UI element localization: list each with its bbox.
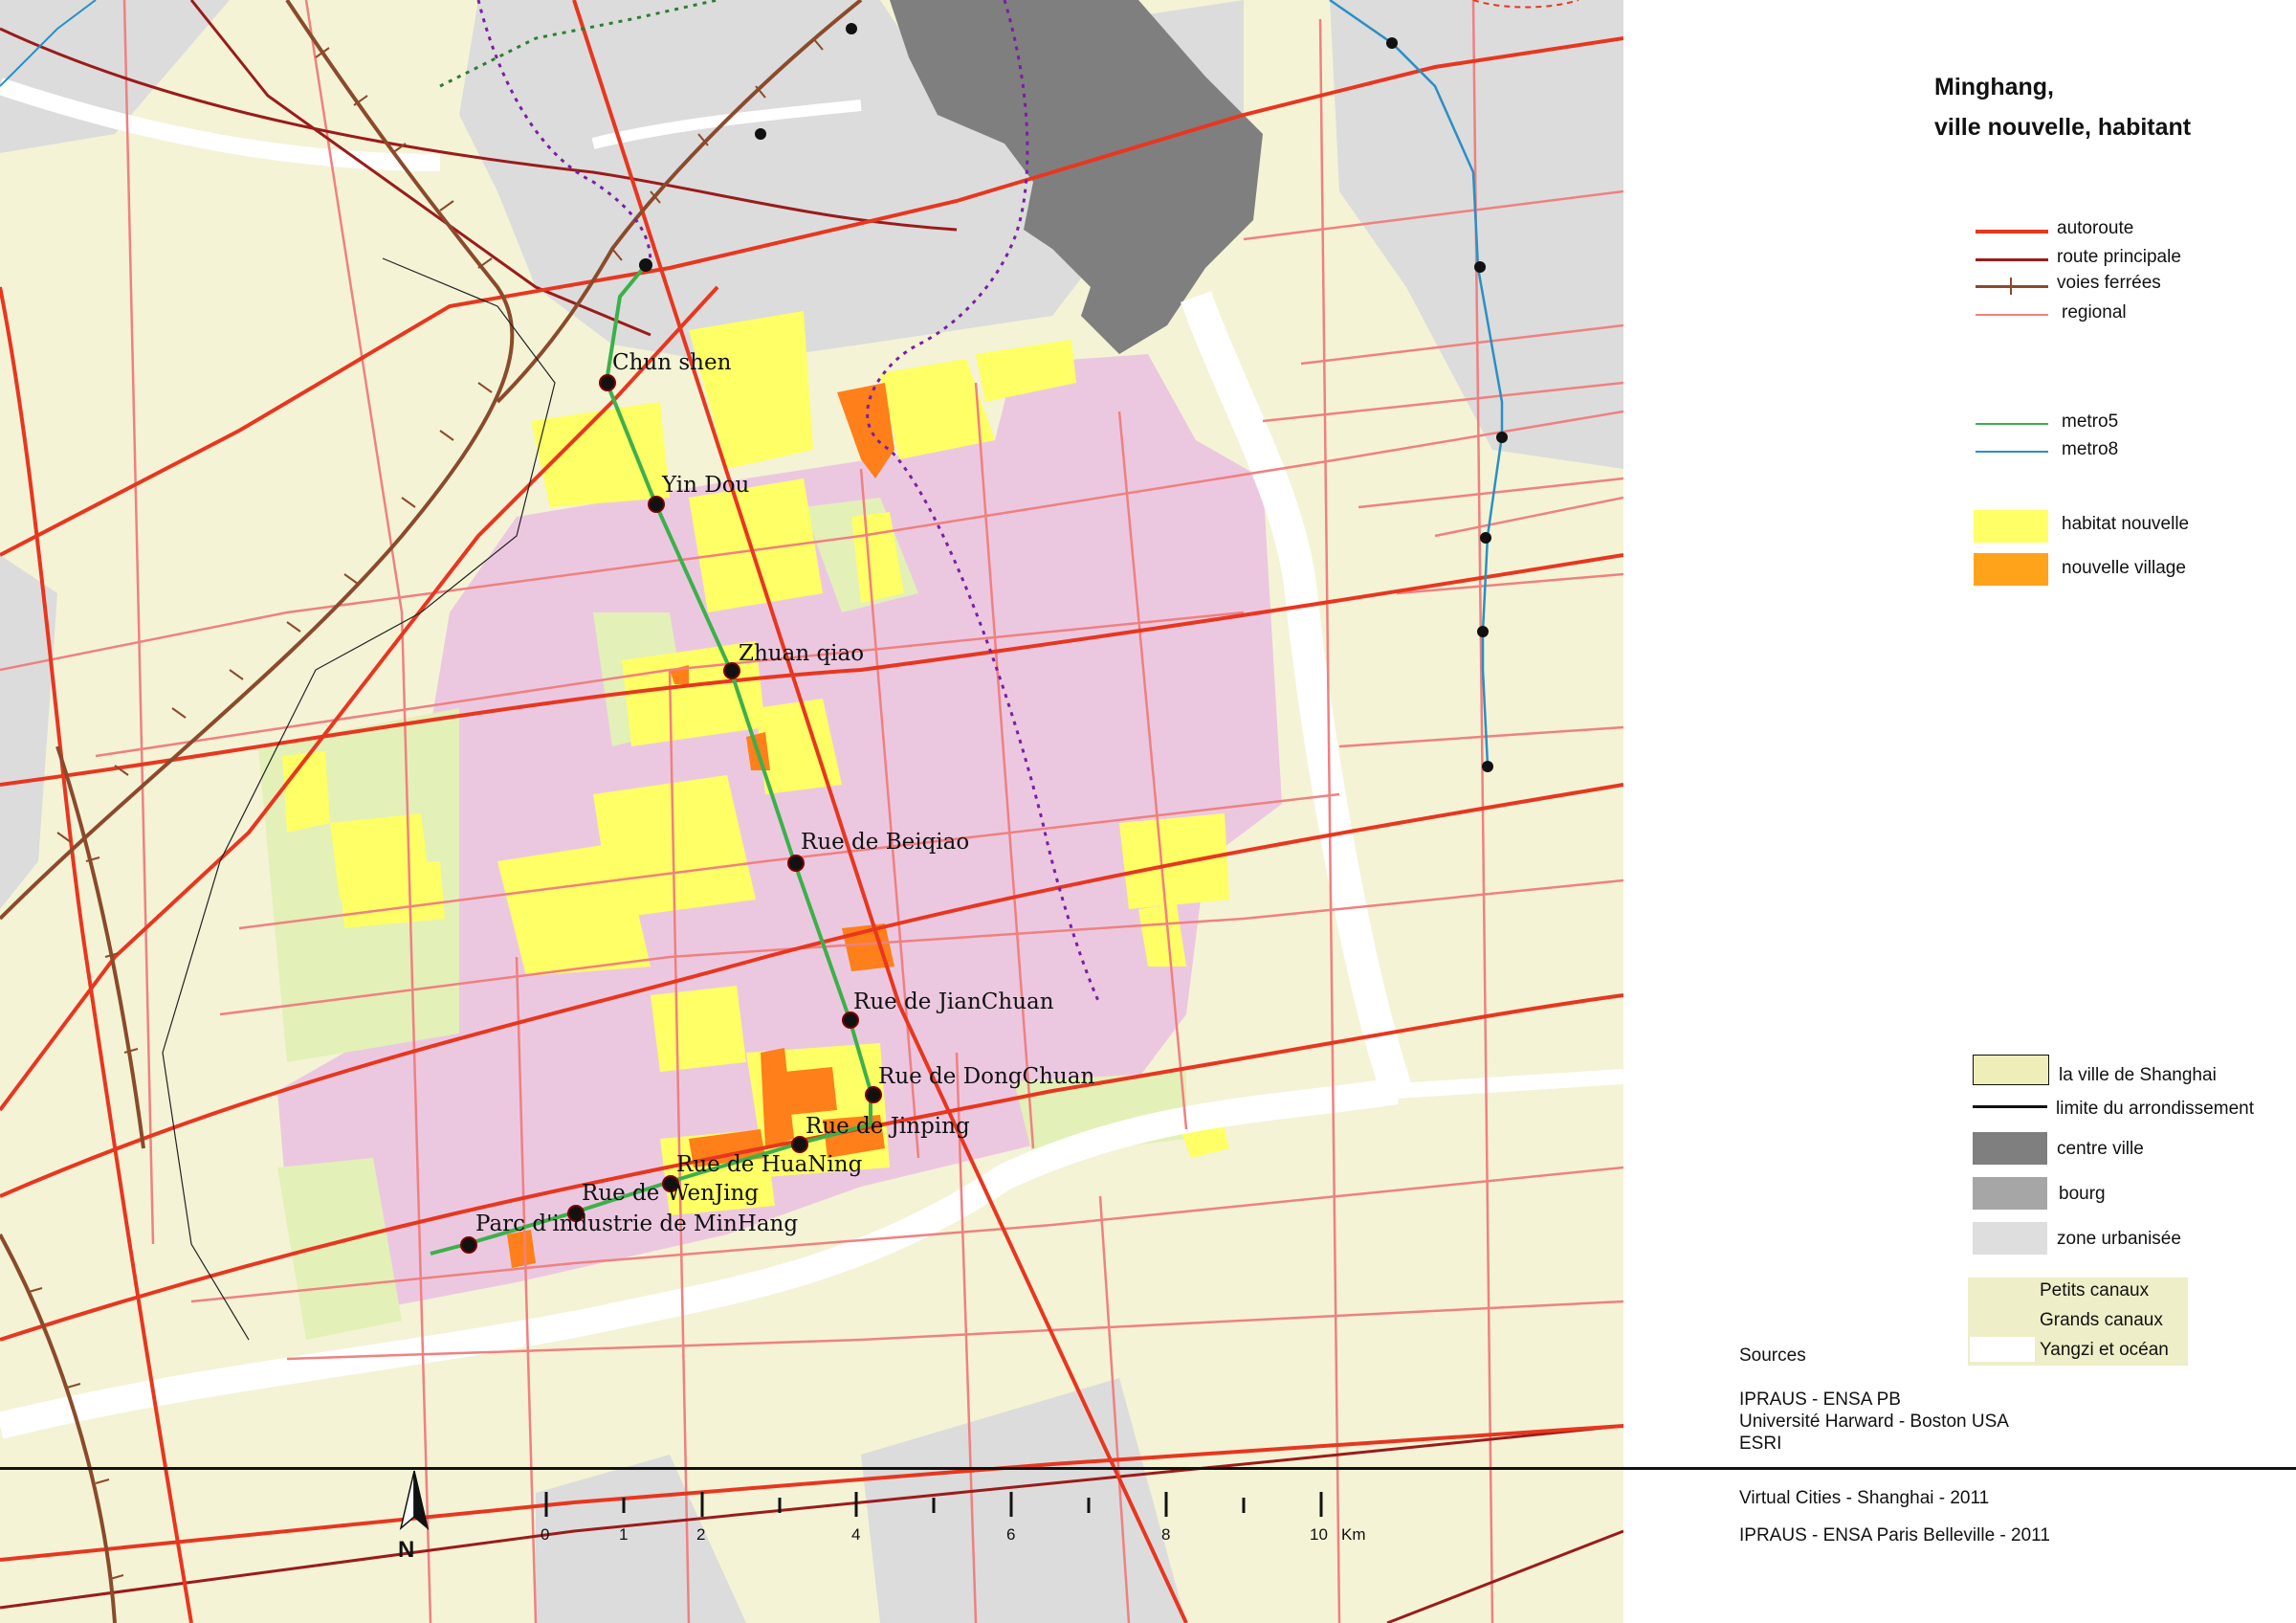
legend-swatch-autoroute <box>1976 230 2048 233</box>
legend-label-centre-ville: centre ville <box>2057 1139 2144 1159</box>
credit-ipraus: IPRAUS - ENSA Paris Belleville - 2011 <box>1739 1525 2050 1545</box>
station-label-parc-minhang: Parc d'industrie de MinHang <box>475 1212 799 1236</box>
station-label-chun-shen: Chun shen <box>612 350 732 375</box>
station-label-jianchuan: Rue de JianChuan <box>853 989 1054 1014</box>
legend-label-habitat-nouvelle: habitat nouvelle <box>2062 514 2190 534</box>
legend-swatch-habitat-nouvelle <box>1974 510 2048 543</box>
legend-label-voies-ferrees: voies ferrées <box>2057 273 2161 293</box>
scale-tick-1: 1 <box>619 1525 629 1544</box>
legend-swatch-centre-ville <box>1973 1132 2047 1165</box>
scale-tick-4: 4 <box>851 1525 861 1544</box>
map-canvas: Chun shen Yin Dou Zhuan qiao Rue de Beiq… <box>0 0 1623 1623</box>
legend-swatch-metro5 <box>1976 423 2048 425</box>
legend-label-autoroute: autoroute <box>2057 218 2134 238</box>
legend-swatch-nouvelle-village <box>1974 553 2048 586</box>
scale-tick-10: 10 <box>1310 1525 1328 1544</box>
title-line-2: ville nouvelle, habitant <box>1934 114 2192 141</box>
station-label-dongchuan: Rue de DongChuan <box>878 1064 1095 1089</box>
legend-swatch-yangzi <box>1970 1337 2035 1362</box>
legend-label-route-principale: route principale <box>2057 247 2181 267</box>
legend-label-metro8: metro8 <box>2062 439 2119 459</box>
station-label-jinping: Rue de Jinping <box>806 1114 970 1139</box>
legend-swatch-limite <box>1973 1105 2047 1108</box>
scale-tick-0: 0 <box>541 1525 550 1544</box>
sources-heading: Sources <box>1739 1345 1806 1366</box>
legend-label-grands-canaux: Grands canaux <box>2040 1310 2163 1330</box>
station-dot[interactable] <box>599 374 616 391</box>
legend-label-metro5: metro5 <box>2062 411 2119 432</box>
station-label-huaning: Rue de HuaNing <box>676 1152 863 1177</box>
station-dot[interactable] <box>460 1236 477 1254</box>
station-label-wenjing: Rue de WenJing <box>582 1181 759 1206</box>
railway-tick-icon <box>2010 278 2012 295</box>
station-label-yin-dou: Yin Dou <box>662 473 750 498</box>
legend-label-nouvelle-village: nouvelle village <box>2062 558 2186 578</box>
scale-bar <box>544 1492 1323 1517</box>
map-title: Minghang, ville nouvelle, habitant <box>1934 67 2191 147</box>
station-label-beiqiao: Rue de Beiqiao <box>801 830 970 855</box>
legend-label-ville-shanghai: la ville de Shanghai <box>2059 1065 2217 1085</box>
legend-swatch-ville-shanghai <box>1973 1055 2049 1085</box>
legend-label-bourg: bourg <box>2059 1184 2106 1204</box>
frame-line <box>0 1467 2296 1470</box>
scale-tick-8: 8 <box>1161 1525 1171 1544</box>
legend-canals: Petits canaux Grands canaux Yangzi et oc… <box>1968 1278 2188 1366</box>
scale-unit: Km <box>1341 1525 1366 1544</box>
map-graphics <box>0 0 1623 1623</box>
legend-swatch-bourg <box>1973 1177 2047 1210</box>
station-label-zhuan-qiao: Zhuan qiao <box>739 641 865 666</box>
legend-swatch-voies-ferrees <box>1976 285 2048 288</box>
sources-line-2: Université Harward - Boston USA <box>1739 1412 2009 1432</box>
credit-virtual-cities: Virtual Cities - Shanghai - 2011 <box>1739 1488 1990 1508</box>
legend-swatch-metro8 <box>1976 451 2048 453</box>
scale-tick-6: 6 <box>1006 1525 1016 1544</box>
north-label: N <box>398 1537 415 1563</box>
scale-tick-2: 2 <box>696 1525 706 1544</box>
sources-line-3: ESRI <box>1739 1434 1782 1454</box>
legend-label-yangzi: Yangzi et océan <box>2040 1340 2169 1360</box>
title-line-1: Minghang, <box>1934 74 2054 100</box>
station-dot[interactable] <box>648 496 665 513</box>
legend-swatch-route-principale <box>1976 258 2048 261</box>
legend-swatch-zone-urbanisee <box>1973 1222 2047 1255</box>
legend-label-zone-urbanisee: zone urbanisée <box>2057 1229 2181 1249</box>
legend-label-limite: limite du arrondissement <box>2056 1099 2254 1119</box>
legend-swatch-regional <box>1976 314 2048 316</box>
legend-label-regional: regional <box>2062 302 2127 322</box>
sources-line-1: IPRAUS - ENSA PB <box>1739 1390 1901 1410</box>
legend-label-petits-canaux: Petits canaux <box>2040 1280 2150 1301</box>
station-dot[interactable] <box>787 855 805 872</box>
